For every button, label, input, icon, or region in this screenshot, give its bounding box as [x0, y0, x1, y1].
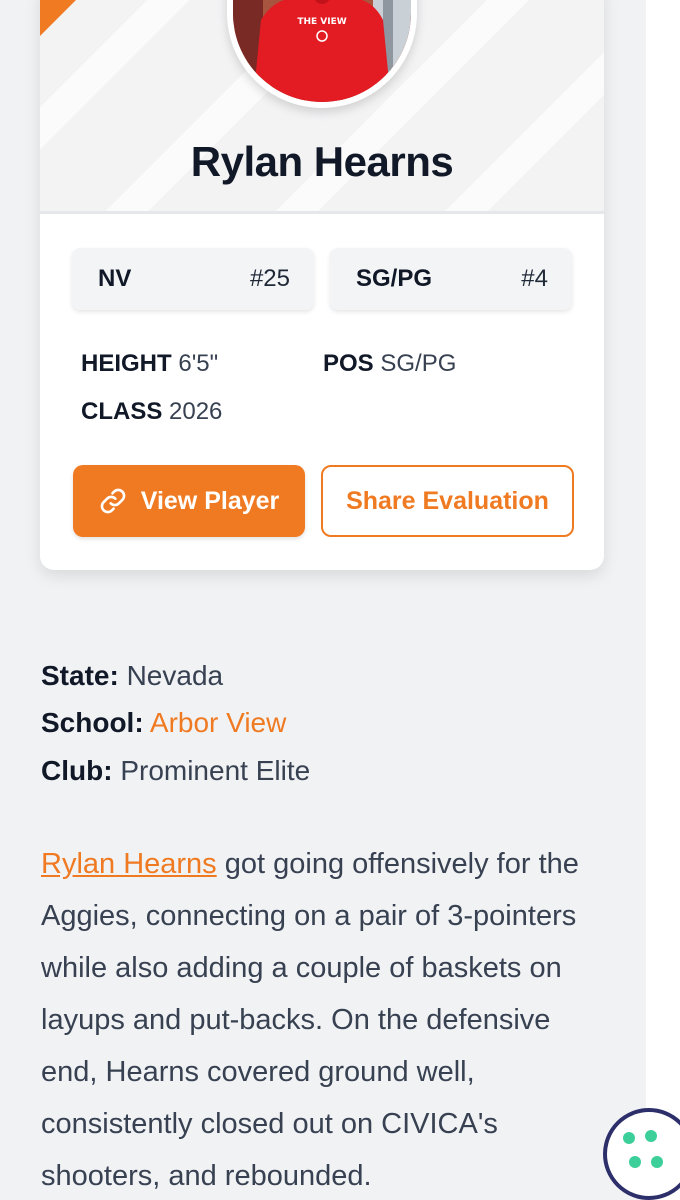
- state-info: State: Nevada: [41, 660, 223, 692]
- club-info: Club: Prominent Elite: [41, 755, 310, 787]
- evaluation-paragraph: Rylan Hearns got going offensively for t…: [41, 838, 611, 1200]
- state-abbr: NV: [98, 265, 132, 292]
- cookie-settings-button[interactable]: [603, 1108, 680, 1200]
- share-evaluation-button[interactable]: Share Evaluation: [321, 465, 574, 537]
- svg-text:THE VIEW: THE VIEW: [297, 17, 346, 27]
- card-header: THE VIEW Rylan Hearns: [40, 0, 604, 214]
- club-label: Club:: [41, 755, 113, 786]
- view-player-label: View Player: [140, 486, 280, 515]
- state-rank-badge: NV #25: [72, 248, 314, 310]
- school-label: School:: [41, 707, 144, 738]
- height-label: HEIGHT: [81, 350, 172, 377]
- player-card: THE VIEW Rylan Hearns NV #25 SG/PG #4 HE…: [40, 0, 604, 570]
- state-rank: #25: [249, 265, 290, 292]
- height-stat: HEIGHT 6'5": [81, 350, 218, 378]
- position-rank-badge: SG/PG #4: [330, 248, 572, 310]
- position-rank: #4: [521, 265, 548, 292]
- class-label: CLASS: [81, 398, 163, 425]
- state-label: State:: [41, 660, 119, 691]
- school-link[interactable]: Arbor View: [150, 707, 286, 738]
- club-value: Prominent Elite: [120, 755, 311, 786]
- height-value: 6'5": [178, 350, 219, 377]
- school-info: School: Arbor View: [41, 707, 286, 739]
- pos-value: SG/PG: [380, 350, 457, 377]
- pos-label: POS: [323, 350, 374, 377]
- player-name-link[interactable]: Rylan Hearns: [41, 848, 217, 880]
- link-icon: [100, 488, 126, 514]
- view-player-button[interactable]: View Player: [73, 465, 305, 537]
- evaluation-text: got going offensively for the Aggies, co…: [41, 848, 579, 1192]
- right-rail: [646, 0, 680, 1200]
- player-name: Rylan Hearns: [190, 138, 454, 185]
- share-evaluation-label: Share Evaluation: [346, 486, 549, 515]
- position-group: SG/PG: [356, 265, 433, 292]
- class-stat: CLASS 2026: [81, 398, 222, 426]
- pos-stat: POS SG/PG: [323, 350, 456, 378]
- corner-accent: [40, 0, 96, 36]
- player-avatar: THE VIEW: [227, 0, 417, 108]
- class-value: 2026: [169, 398, 223, 425]
- state-value: Nevada: [126, 660, 224, 691]
